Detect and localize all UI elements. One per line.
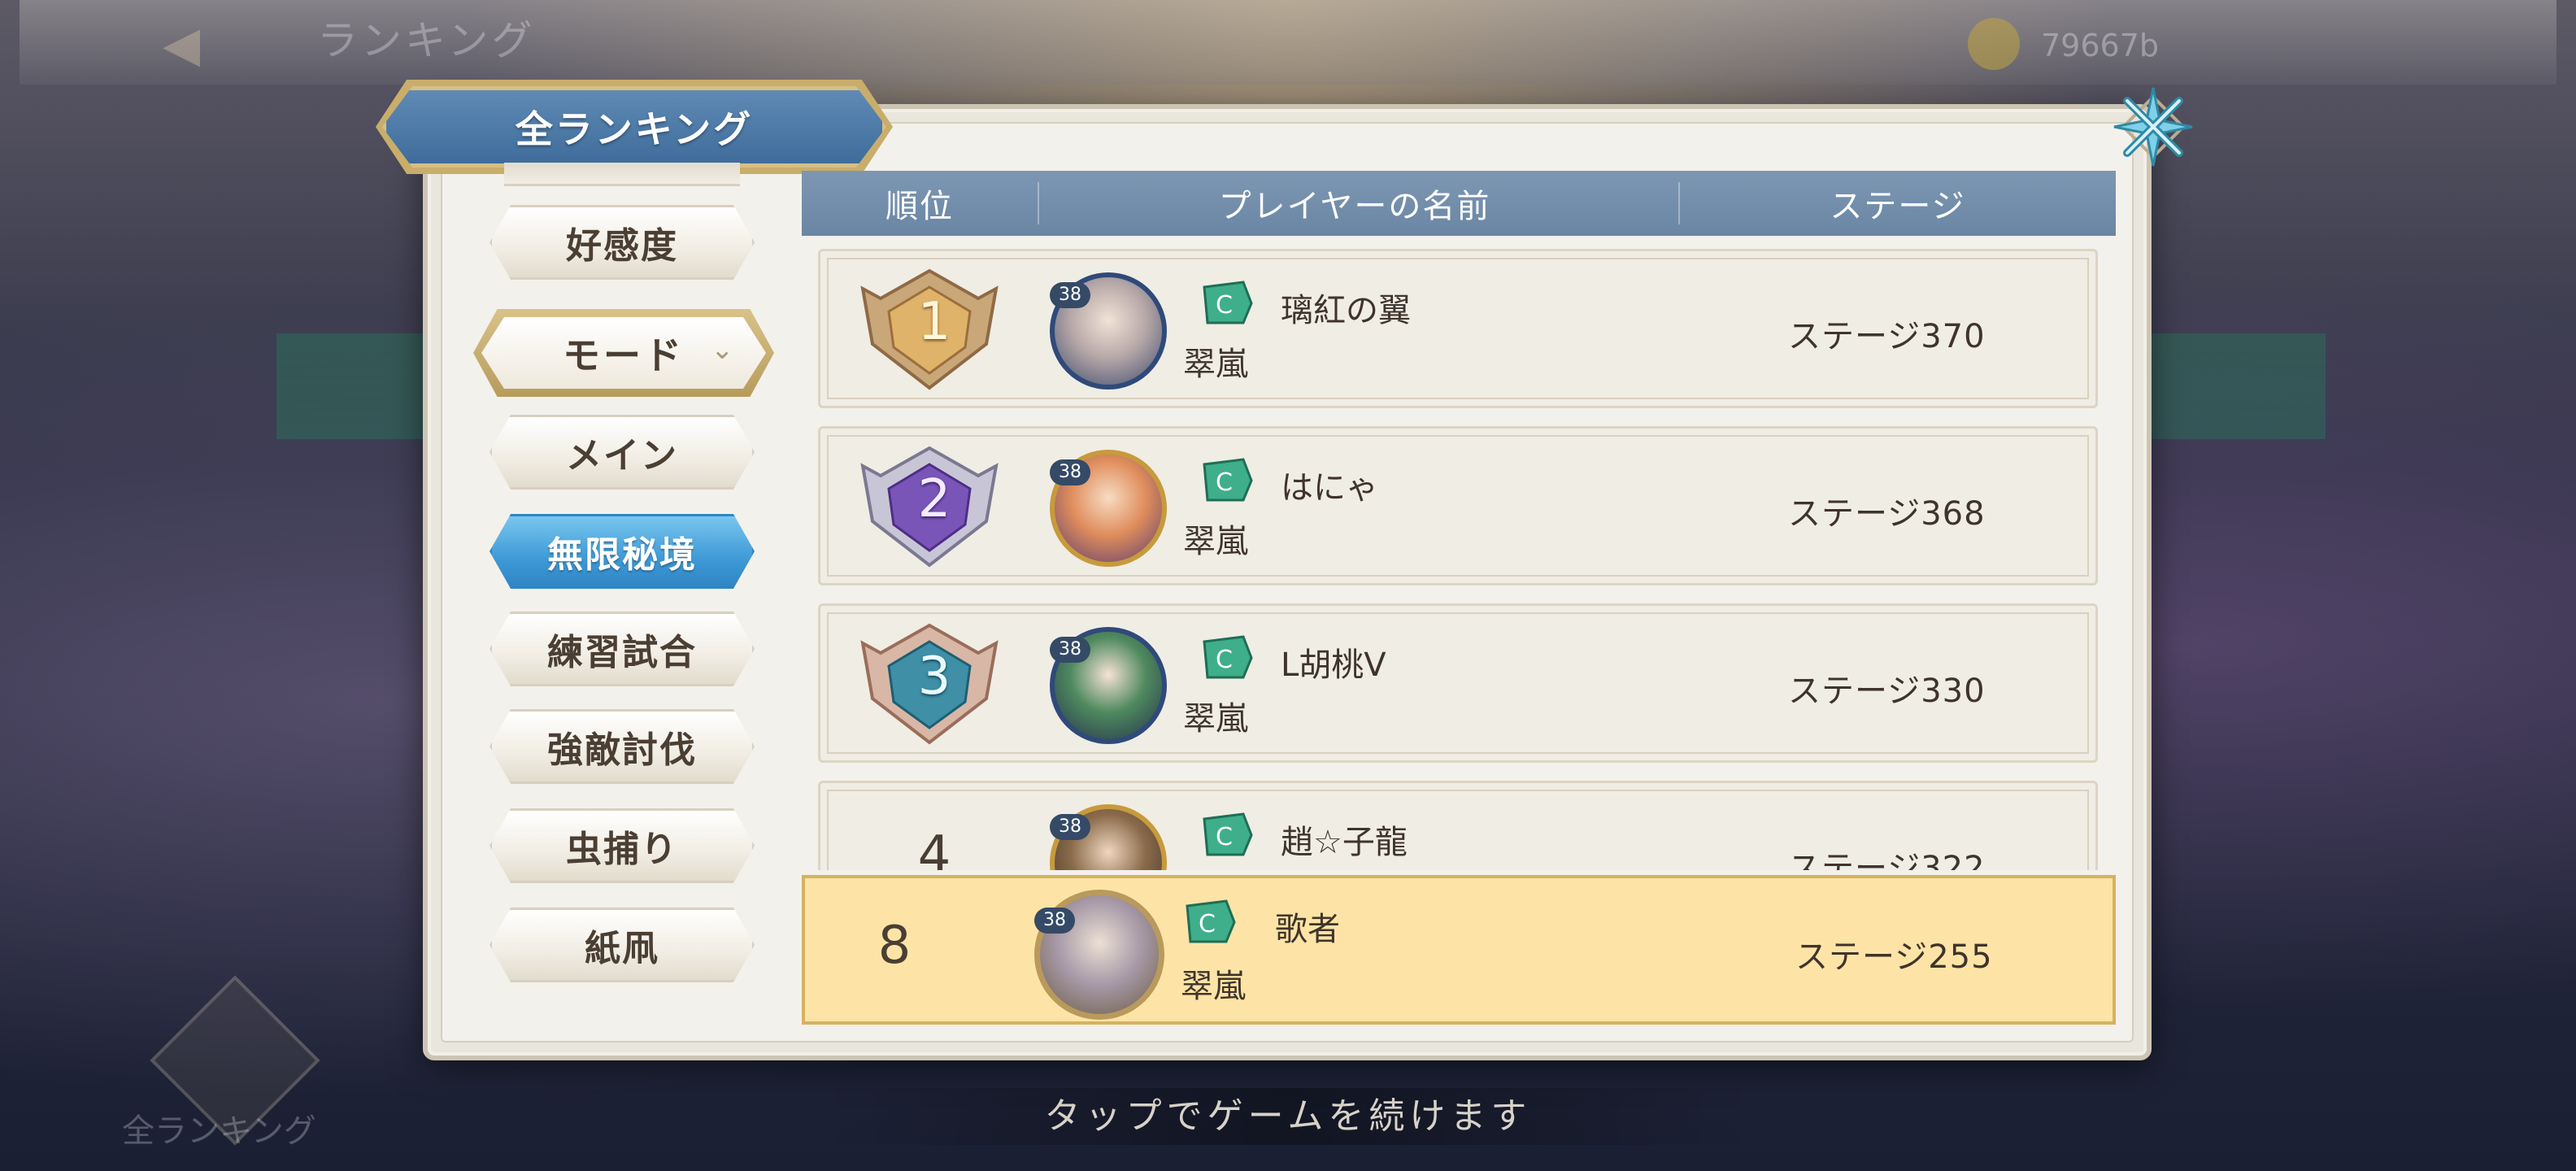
guild-rank-icon: C: [1186, 899, 1236, 943]
ranking-row[interactable]: 3 38 C L胡桃V 翠嵐 ステージ330: [818, 603, 2098, 763]
menu-item-label: 強敵討伐: [547, 729, 697, 771]
chevron-down-icon: ⌄: [711, 333, 734, 366]
stage-value: ステージ368: [1788, 495, 1986, 533]
tap-to-continue[interactable]: タップでゲームを続けます: [813, 1088, 1763, 1145]
guild-name: 翠嵐: [1183, 346, 1248, 383]
player-name: 璃紅の翼: [1281, 292, 1411, 329]
dialog-title: 全ランキング: [515, 107, 754, 151]
background-bottom-label: 全ランキング: [122, 1112, 316, 1150]
self-rank-number: 8: [877, 916, 912, 976]
level-badge: 38: [1050, 282, 1090, 308]
level-badge: 38: [1050, 637, 1090, 663]
svg-text:C: C: [1199, 910, 1216, 938]
menu-item-main[interactable]: メイン: [490, 415, 755, 490]
menu-item-label: 好感度: [566, 225, 678, 267]
rank-number: 1: [917, 292, 951, 352]
self-stage-value: ステージ255: [1795, 938, 1993, 976]
svg-text:C: C: [1216, 646, 1233, 674]
close-button[interactable]: [2104, 78, 2202, 176]
ranking-list[interactable]: 1 38 C 璃紅の翼 翠嵐 ステージ370 2 38 C はにゃ 翠嵐 ステー…: [802, 236, 2116, 870]
stage-value: ステージ322: [1788, 850, 1986, 870]
self-level-badge: 38: [1034, 908, 1075, 934]
menu-item-label: メイン: [566, 435, 678, 477]
rank-number: 3: [917, 646, 951, 707]
level-badge: 38: [1050, 814, 1090, 840]
stage-value: ステージ330: [1788, 673, 1986, 710]
background-tile-left: [276, 333, 423, 439]
rank-number: 4: [917, 825, 951, 870]
self-player-name: 歌者: [1275, 911, 1340, 948]
menu-item-practice-match[interactable]: 練習試合: [490, 612, 755, 686]
svg-text:C: C: [1216, 291, 1233, 320]
guild-rank-icon: C: [1203, 812, 1253, 856]
self-ranking-row[interactable]: 8 38 C 歌者 翠嵐 ステージ255: [802, 875, 2116, 1025]
table-header: 順位 プレイヤーの名前 ステージ: [802, 171, 2116, 236]
background-title: ランキング: [317, 17, 536, 64]
rank-number: 2: [917, 469, 951, 529]
svg-text:C: C: [1216, 468, 1233, 497]
title-banner: 全ランキング: [382, 86, 886, 168]
player-name: L胡桃V: [1281, 646, 1386, 684]
coin-icon: [1968, 18, 2020, 70]
guild-rank-icon: C: [1203, 635, 1253, 679]
close-x-icon: [2113, 87, 2193, 167]
guild-rank-icon: C: [1203, 281, 1253, 324]
menu-item-infinite-realm[interactable]: 無限秘境: [490, 514, 755, 589]
player-name: 趙☆子龍: [1281, 824, 1408, 861]
guild-rank-icon: C: [1203, 458, 1253, 502]
level-badge: 38: [1050, 459, 1090, 485]
svg-text:C: C: [1216, 823, 1233, 851]
background-back-icon: ◀: [163, 16, 201, 73]
menu-item-strong-enemy[interactable]: 強敵討伐: [490, 709, 755, 784]
background-currency: 79667b: [2041, 28, 2160, 63]
header-rank: 順位: [886, 188, 954, 225]
menu-item-label: 虫捕り: [566, 829, 678, 870]
ranking-row[interactable]: 2 38 C はにゃ 翠嵐 ステージ368: [818, 426, 2098, 586]
menu-item-label: モード: [563, 333, 685, 377]
stage-value: ステージ370: [1788, 318, 1986, 355]
menu-item-bug-catching[interactable]: 虫捕り: [490, 808, 755, 883]
menu-item-label: 無限秘境: [547, 534, 697, 576]
header-player-name: プレイヤーの名前: [1218, 188, 1491, 225]
guild-name: 翠嵐: [1183, 869, 1248, 870]
menu-item-label: 練習試合: [547, 632, 697, 673]
guild-name: 翠嵐: [1183, 700, 1248, 738]
menu-item-partial: [504, 163, 740, 186]
ranking-row[interactable]: 1 38 C 璃紅の翼 翠嵐 ステージ370: [818, 249, 2098, 408]
guild-name: 翠嵐: [1183, 523, 1248, 560]
menu-item-kite[interactable]: 紙凧: [490, 908, 755, 982]
self-guild-name: 翠嵐: [1181, 968, 1246, 1005]
menu-item-affection[interactable]: 好感度: [490, 205, 755, 280]
header-stage: ステージ: [1830, 188, 1966, 225]
background-tile-right: [2147, 333, 2326, 439]
player-name: はにゃ: [1281, 469, 1378, 507]
menu-item-label: 紙凧: [585, 928, 659, 969]
ranking-row[interactable]: 4 38 C 趙☆子龍 翠嵐 ステージ322: [818, 781, 2098, 870]
